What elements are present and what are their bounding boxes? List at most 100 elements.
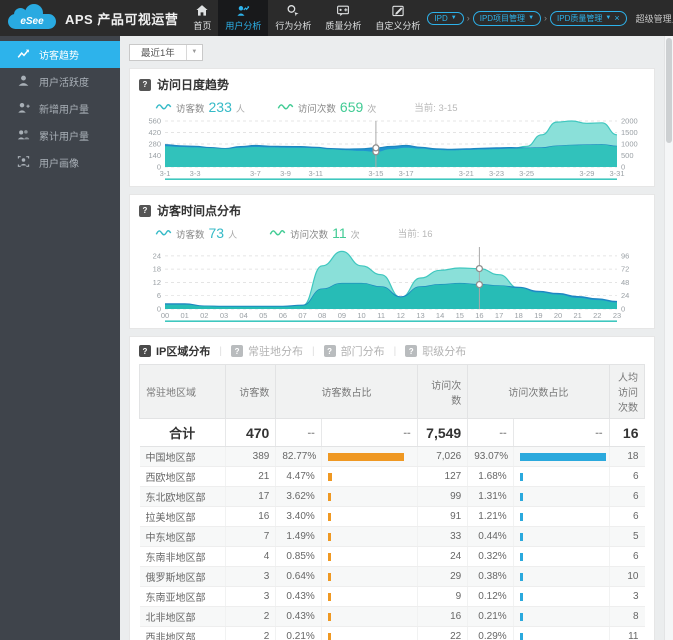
visits-share-bar — [519, 612, 523, 621]
tab-2[interactable]: ? 部门分布 — [323, 343, 385, 359]
scrollbar-thumb[interactable] — [666, 38, 672, 143]
nav-custom[interactable]: 自定义分析 — [368, 0, 427, 36]
behavior-icon — [286, 4, 300, 17]
nav-user-analysis[interactable]: 用户分析 — [218, 0, 269, 36]
svg-text:20: 20 — [554, 311, 562, 320]
user-analysis-icon — [236, 4, 250, 17]
chevron-down-icon[interactable]: ▼ — [605, 15, 611, 21]
sidebar-item-trend[interactable]: 访客趋势 — [0, 41, 120, 68]
breadcrumb-item[interactable]: IPD质量管理 ▼ × — [550, 10, 627, 26]
svg-text:500: 500 — [621, 151, 634, 160]
sidebar-item-user-plus[interactable]: 新增用户量 — [0, 95, 120, 122]
visits-share-bar — [519, 552, 523, 561]
portrait-icon — [17, 155, 30, 171]
table-row: 东南非地区部 4 0.85% 24 0.32% 6 — [139, 546, 645, 567]
table-row: 东南亚地区部 3 0.43% 9 0.12% 3 — [139, 586, 645, 607]
nav-quality[interactable]: 质量分析 — [318, 0, 368, 36]
svg-text:3-29: 3-29 — [579, 169, 594, 178]
sidebar-item-portrait[interactable]: 用户画像 — [0, 149, 120, 176]
svg-text:24: 24 — [621, 291, 629, 300]
visits-share-bar — [519, 632, 523, 640]
hourly-legend: 访客数 73 人 访问次数 11 次 当前: 16 — [155, 223, 645, 242]
col-visits: 访问次数 — [416, 364, 469, 419]
svg-text:01: 01 — [181, 311, 189, 320]
svg-text:280: 280 — [148, 140, 161, 149]
hourly-distribution-card: ? 访客时间点分布 访客数 73 人 访问次数 11 次当前: 16 0 0 6 24… — [129, 194, 655, 329]
help-icon[interactable]: ? — [231, 345, 244, 357]
svg-text:24: 24 — [153, 251, 161, 260]
hourly-card-title: 访客时间点分布 — [157, 204, 242, 218]
distribution-table: 常驻地区域 访客数 访客数占比 访问次数 访问次数占比 人均访问次数 合计 47… — [139, 364, 646, 640]
table-row: 北非地区部 2 0.43% 16 0.21% 8 — [139, 606, 645, 627]
svg-text:2000: 2000 — [621, 117, 638, 126]
time-range-select[interactable]: 最近1年 ▼ — [129, 43, 203, 61]
svg-text:07: 07 — [298, 311, 306, 320]
svg-text:72: 72 — [621, 265, 629, 274]
legend-item[interactable]: 访问次数 11 次 — [269, 225, 360, 241]
main-content: 最近1年 ▼ ? 访问日度趋势 访客数 233 人 访问次数 659 次当前: … — [120, 36, 664, 640]
help-icon[interactable]: ? — [139, 345, 151, 357]
sidebar: 访客趋势 用户活跃度 新增用户量 累计用户量 用户画像 — [0, 36, 120, 640]
breadcrumb-item[interactable]: IPD ▼ — [427, 11, 464, 25]
legend-item[interactable]: 访客数 233 人 — [155, 99, 245, 115]
visitors-share-bar — [327, 592, 331, 601]
tab-3[interactable]: ? 职级分布 — [405, 343, 466, 359]
chevron-down-icon[interactable]: ▼ — [451, 15, 457, 21]
user-plus-icon — [17, 101, 30, 117]
svg-text:48: 48 — [621, 278, 629, 287]
tab-separator: | — [219, 345, 223, 357]
svg-text:11: 11 — [377, 311, 385, 320]
table-header-row: 常驻地区域 访客数 访客数占比 访问次数 访问次数占比 人均访问次数 — [139, 364, 646, 419]
svg-text:16: 16 — [475, 311, 483, 320]
users-icon — [17, 128, 30, 144]
visitors-share-bar — [327, 492, 331, 501]
help-icon[interactable]: ? — [405, 345, 418, 357]
col-visitors: 访客数 — [224, 364, 277, 419]
breadcrumb-item[interactable]: IPD项目管理 ▼ — [472, 10, 542, 26]
tab-separator: | — [312, 345, 315, 357]
table-total-row: 合计 470 -- -- 7,549 -- -- 16 — [139, 418, 645, 447]
sidebar-item-users[interactable]: 累计用户量 — [0, 122, 120, 149]
legend-item[interactable]: 访问次数 659 次 — [277, 99, 376, 115]
table-row: 中东地区部 7 1.49% 33 0.44% 5 — [139, 526, 645, 547]
help-icon[interactable]: ? — [139, 204, 151, 217]
svg-text:23: 23 — [613, 311, 621, 320]
visitors-share-bar — [327, 572, 331, 581]
visitors-share-bar — [327, 612, 331, 621]
svg-text:6: 6 — [157, 291, 161, 300]
visitors-share-bar — [327, 452, 404, 461]
breadcrumb: IPD ▼ › IPD项目管理 ▼ › IPD质量管理 ▼ × — [427, 10, 627, 26]
sidebar-item-user[interactable]: 用户活跃度 — [0, 68, 120, 95]
svg-text:3-1: 3-1 — [160, 169, 171, 178]
svg-text:3-7: 3-7 — [250, 169, 261, 178]
chevron-down-icon[interactable]: ▼ — [185, 44, 202, 60]
table-row: 东北欧地区部 17 3.62% 99 1.31% 6 — [139, 486, 645, 507]
svg-text:140: 140 — [148, 151, 161, 160]
svg-text:09: 09 — [338, 311, 346, 320]
tab-1[interactable]: ? 常驻地分布 — [231, 343, 303, 359]
svg-text:18: 18 — [515, 311, 523, 320]
svg-text:04: 04 — [239, 311, 247, 320]
daily-trend-chart[interactable]: 0 0140 500280 1000420 1500560 20003-1 3-3 3-7 3-… — [139, 116, 647, 180]
visitors-share-bar — [327, 512, 331, 521]
nav-behavior[interactable]: 行为分析 — [268, 0, 318, 36]
nav-home[interactable]: 首页 — [186, 0, 218, 36]
tab-0[interactable]: ? IP区域分布 — [139, 343, 210, 359]
esee-logo[interactable]: eSee — [8, 4, 56, 29]
help-icon[interactable]: ? — [323, 345, 336, 357]
chevron-down-icon[interactable]: ▼ — [528, 15, 534, 21]
wave-icon — [269, 230, 286, 236]
scrollbar[interactable] — [664, 36, 673, 640]
svg-text:1500: 1500 — [621, 128, 638, 137]
svg-text:3-11: 3-11 — [308, 169, 322, 178]
hourly-distribution-chart[interactable]: 0 06 2412 4818 7224 9600 01 02 03 04 05 06 07 08 09 10 1… — [139, 242, 647, 322]
col-region: 常驻地区域 — [139, 364, 226, 419]
svg-text:17: 17 — [495, 311, 503, 320]
svg-text:3-15: 3-15 — [368, 169, 383, 178]
help-icon[interactable]: ? — [139, 78, 151, 91]
svg-text:22: 22 — [593, 311, 601, 320]
close-icon[interactable]: × — [614, 13, 619, 23]
legend-item[interactable]: 访客数 73 人 — [155, 225, 237, 241]
visits-share-bar — [519, 492, 523, 501]
visits-share-bar — [519, 592, 523, 601]
